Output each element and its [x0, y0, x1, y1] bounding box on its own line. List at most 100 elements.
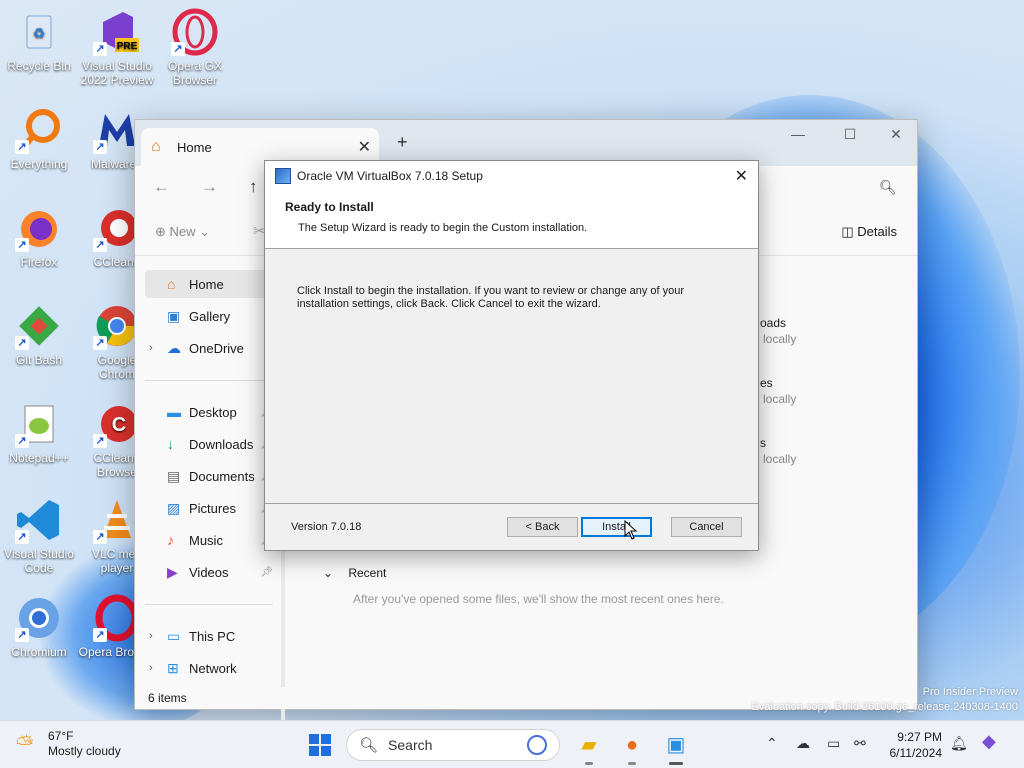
maximize-button[interactable]: ☐ — [827, 126, 873, 143]
sidebar-item-label: Desktop — [189, 404, 237, 420]
quick-access-item-text: es — [760, 376, 773, 390]
sidebar-item-music[interactable]: ♪ Music 📌︎ — [145, 526, 273, 554]
cloud-offline-icon[interactable]: ☁ — [796, 735, 810, 752]
desktop-icon-everything[interactable]: ↗ Everything — [0, 106, 78, 171]
desktop-icon-opera-gx[interactable]: ↗ Opera GX Browser — [156, 8, 234, 87]
taskbar-virtualbox-setup[interactable]: ▣ — [661, 730, 691, 765]
minimize-button[interactable]: — — [775, 126, 821, 142]
video-icon: ▶ — [167, 563, 178, 580]
system-clock[interactable]: 9:27 PM 6/11/2024 — [880, 729, 943, 761]
sidebar-item-pictures[interactable]: ▨ Pictures 📌︎ — [145, 494, 273, 522]
computer-icon: ▭ — [167, 627, 181, 644]
new-tab-button[interactable]: + — [397, 132, 408, 153]
desktop-icon-vscode[interactable]: ↗ Visual Studio Code — [0, 496, 78, 575]
search-highlight-icon — [527, 735, 547, 755]
recent-section-header[interactable]: ⌄ Recent — [323, 566, 386, 580]
weather-condition: Mostly cloudy — [48, 744, 121, 758]
weather-widget[interactable]: ⛅︎ 67°F Mostly cloudy — [16, 729, 121, 759]
up-arrow-icon[interactable]: ↑ — [249, 177, 258, 197]
taskbar-firefox[interactable]: ● — [617, 730, 647, 765]
dialog-separator — [265, 503, 758, 504]
accessibility-icon[interactable]: ⚯ — [854, 735, 866, 752]
pictures-icon: ▨ — [167, 499, 181, 516]
sidebar-item-downloads[interactable]: ↓ Downloads 📌︎ — [145, 430, 273, 458]
home-icon: ⌂ — [151, 138, 161, 155]
notification-bell-icon[interactable]: 🔔︎ — [950, 735, 968, 752]
sidebar-item-documents[interactable]: ▤ Documents 📌︎ — [145, 462, 273, 490]
mouse-pointer-icon — [624, 519, 638, 540]
watermark-line: Evaluation copy. Build 26100.ge_release.… — [751, 701, 1018, 713]
sidebar-item-gallery[interactable]: ▣ Gallery — [145, 302, 273, 330]
desktop-icon-label: Chromium — [11, 645, 67, 659]
sidebar-divider — [145, 380, 273, 381]
quick-access-item-subtext: locally — [763, 392, 797, 406]
close-window-button[interactable]: ✕ — [873, 126, 919, 143]
back-arrow-icon[interactable]: ← — [153, 177, 170, 197]
svg-text:♻: ♻ — [33, 25, 46, 41]
taskbar-file-explorer[interactable]: ▰ — [574, 730, 604, 765]
tab-title: Home — [177, 139, 212, 155]
shortcut-arrow-icon: ↗ — [93, 42, 107, 56]
music-note-icon: ♪ — [167, 532, 174, 548]
recent-title: Recent — [348, 566, 387, 580]
network-display-icon[interactable]: ▭ — [827, 735, 840, 752]
desktop-icon-recycle-bin[interactable]: ♻ Recycle Bin — [0, 8, 78, 73]
show-hidden-icons-chevron[interactable]: ⌃ — [766, 735, 778, 752]
pre-badge: PRE — [117, 41, 138, 52]
everything-search-icon: ↗ — [15, 106, 63, 154]
start-button[interactable] — [309, 734, 331, 756]
desktop-icon-label: Notepad++ — [9, 451, 69, 465]
sidebar-item-onedrive[interactable]: › ☁ OneDrive — [145, 334, 273, 362]
desktop-icon-chromium[interactable]: ↗ Chromium — [0, 594, 78, 659]
desktop-icon-visual-studio-preview[interactable]: PRE ↗ Visual Studio 2022 Preview — [78, 8, 156, 87]
clock-time: 9:27 PM — [897, 730, 942, 744]
desktop-icon-notepad-plus-plus[interactable]: ↗ Notepad++ — [0, 400, 78, 465]
details-button[interactable]: ◫ Details — [841, 224, 897, 240]
svg-text:C: C — [112, 414, 126, 436]
chevron-right-icon[interactable]: › — [149, 342, 153, 354]
sidebar-item-home[interactable]: ⌂ Home — [145, 270, 273, 298]
taskbar-search-box[interactable]: 🔍︎ Search — [346, 729, 560, 761]
desktop-icon-label: Visual Studio Code — [4, 547, 74, 575]
sidebar-item-label: Gallery — [189, 308, 231, 324]
desktop-icon-label: Firefox — [20, 255, 58, 269]
shortcut-arrow-icon: ↗ — [93, 530, 107, 544]
sidebar-item-desktop[interactable]: ▬ Desktop 📌︎ — [145, 398, 273, 426]
dialog-body-text: Click Install to begin the installation.… — [297, 285, 727, 311]
sidebar-item-videos[interactable]: ▶ Videos 📌︎ — [145, 558, 273, 586]
desktop-icon-git-bash[interactable]: ↗ Git Bash — [0, 302, 78, 367]
cancel-button[interactable]: Cancel — [671, 517, 742, 537]
forward-arrow-icon[interactable]: → — [201, 177, 218, 197]
copilot-preview-icon[interactable]: ◆ — [982, 731, 996, 752]
firefox-icon: ↗ — [15, 204, 63, 252]
details-label: Details — [857, 224, 897, 239]
search-icon[interactable]: 🔍︎ — [879, 179, 897, 196]
sidebar-item-label: Documents — [189, 468, 255, 484]
clock-date: 6/11/2024 — [889, 746, 943, 760]
back-button[interactable]: < Back — [507, 517, 578, 537]
search-placeholder: Search — [388, 737, 433, 753]
git-bash-icon: ↗ — [15, 302, 63, 350]
close-tab-icon[interactable]: ✕ — [358, 137, 371, 157]
sidebar-item-label: Music — [189, 532, 223, 548]
shortcut-arrow-icon: ↗ — [15, 434, 29, 448]
sidebar-divider — [145, 604, 273, 605]
sidebar-item-this-pc[interactable]: › ▭ This PC — [145, 622, 273, 650]
chevron-right-icon[interactable]: › — [149, 630, 153, 642]
chevron-down-icon[interactable]: ⌄ — [323, 566, 345, 580]
desktop-icon-firefox[interactable]: ↗ Firefox — [0, 204, 78, 269]
dialog-close-button[interactable]: ✕ — [735, 166, 748, 186]
visual-studio-icon: PRE ↗ — [93, 8, 141, 56]
gallery-icon: ▣ — [167, 307, 181, 324]
shortcut-arrow-icon: ↗ — [93, 140, 107, 154]
dialog-subheading: The Setup Wizard is ready to begin the C… — [298, 222, 588, 234]
chevron-right-icon[interactable]: › — [149, 662, 153, 674]
dialog-heading: Ready to Install — [285, 200, 374, 214]
sidebar-item-network[interactable]: › ⊞ Network — [145, 654, 273, 682]
shortcut-arrow-icon: ↗ — [15, 336, 29, 350]
new-button[interactable]: ⊕ New ⌄ — [155, 224, 210, 240]
dialog-header: Ready to Install The Setup Wizard is rea… — [265, 191, 758, 249]
install-button[interactable]: Install — [581, 517, 652, 537]
sidebar-item-label: Videos — [189, 564, 229, 580]
dialog-body-line: Click Install to begin the installation.… — [297, 285, 685, 297]
